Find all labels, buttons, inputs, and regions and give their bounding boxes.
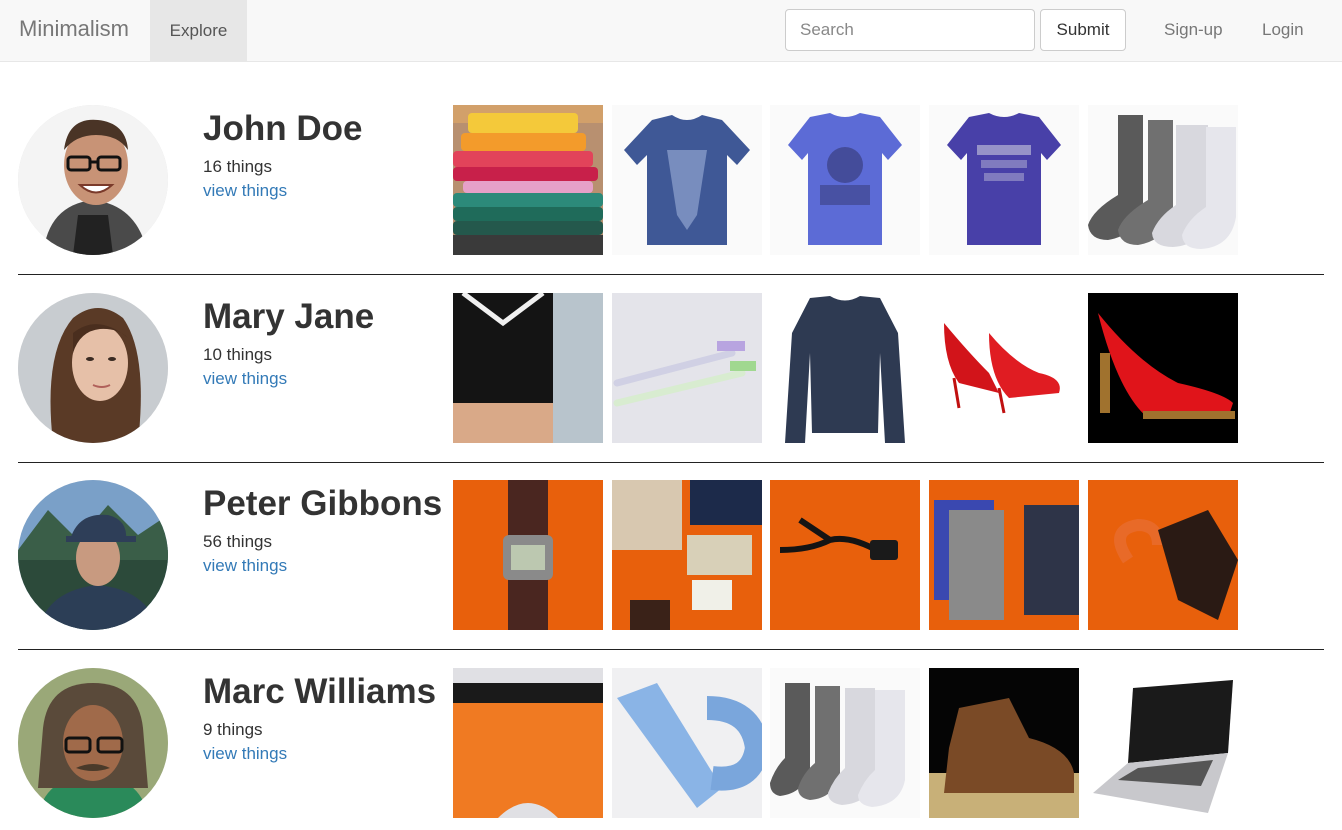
avatar[interactable] xyxy=(18,293,168,443)
thing-count: 16 things xyxy=(203,157,272,176)
user-name: Mary Jane xyxy=(203,297,375,336)
sports-top-photo[interactable] xyxy=(453,293,603,443)
search-input[interactable] xyxy=(785,9,1035,51)
brand-logo[interactable]: Minimalism xyxy=(19,16,129,42)
view-things-link[interactable]: view things xyxy=(203,744,287,764)
avatar[interactable] xyxy=(18,668,168,818)
leather-boot-photo[interactable] xyxy=(929,668,1079,818)
nav-signup[interactable]: Sign-up xyxy=(1164,20,1223,40)
thing-count: 10 things xyxy=(203,345,272,364)
submit-button[interactable]: Submit xyxy=(1040,9,1126,51)
view-things-link[interactable]: view things xyxy=(203,556,287,576)
red-pump-photo[interactable] xyxy=(1088,293,1238,443)
red-heels-photo[interactable] xyxy=(929,293,1079,443)
orange-briefs-photo[interactable] xyxy=(453,668,603,818)
watch-photo[interactable] xyxy=(453,480,603,630)
graphic-tshirt-photo[interactable] xyxy=(770,105,920,255)
underwear-photo[interactable] xyxy=(929,480,1079,630)
socks-photo[interactable] xyxy=(1088,105,1238,255)
nav-explore[interactable]: Explore xyxy=(150,0,247,61)
user-row: Peter Gibbons 56 things view things xyxy=(18,480,1324,630)
view-things-link[interactable]: view things xyxy=(203,369,287,389)
socks-photo[interactable] xyxy=(770,668,920,818)
thing-count: 9 things xyxy=(203,720,263,739)
row-divider xyxy=(18,462,1324,463)
folded-shirts-photo[interactable] xyxy=(453,105,603,255)
eagle-tshirt-photo[interactable] xyxy=(612,105,762,255)
toothbrushes-photo[interactable] xyxy=(612,293,762,443)
row-divider xyxy=(18,649,1324,650)
user-name: Peter Gibbons xyxy=(203,484,443,523)
sweater-photo[interactable] xyxy=(770,293,920,443)
row-divider xyxy=(18,274,1324,275)
view-things-link[interactable]: view things xyxy=(203,181,287,201)
blue-tie-photo[interactable] xyxy=(612,668,762,818)
user-row: John Doe 16 things view things xyxy=(18,105,1324,255)
user-row: Mary Jane 10 things view things xyxy=(18,293,1324,443)
avatar[interactable] xyxy=(18,480,168,630)
nav-login[interactable]: Login xyxy=(1262,20,1304,40)
avatar[interactable] xyxy=(18,105,168,255)
user-name: Marc Williams xyxy=(203,672,437,711)
navbar: Minimalism Explore Submit Sign-up Login xyxy=(0,0,1342,62)
bestsupply-tshirt-photo[interactable] xyxy=(929,105,1079,255)
umbrella-photo[interactable] xyxy=(1088,480,1238,630)
user-name: John Doe xyxy=(203,109,363,148)
laptop-photo[interactable] xyxy=(1088,668,1238,818)
user-row: Marc Williams 9 things view things xyxy=(18,668,1324,818)
thing-count: 56 things xyxy=(203,532,272,551)
passport-wallet-photo[interactable] xyxy=(612,480,762,630)
charger-cable-photo[interactable] xyxy=(770,480,920,630)
